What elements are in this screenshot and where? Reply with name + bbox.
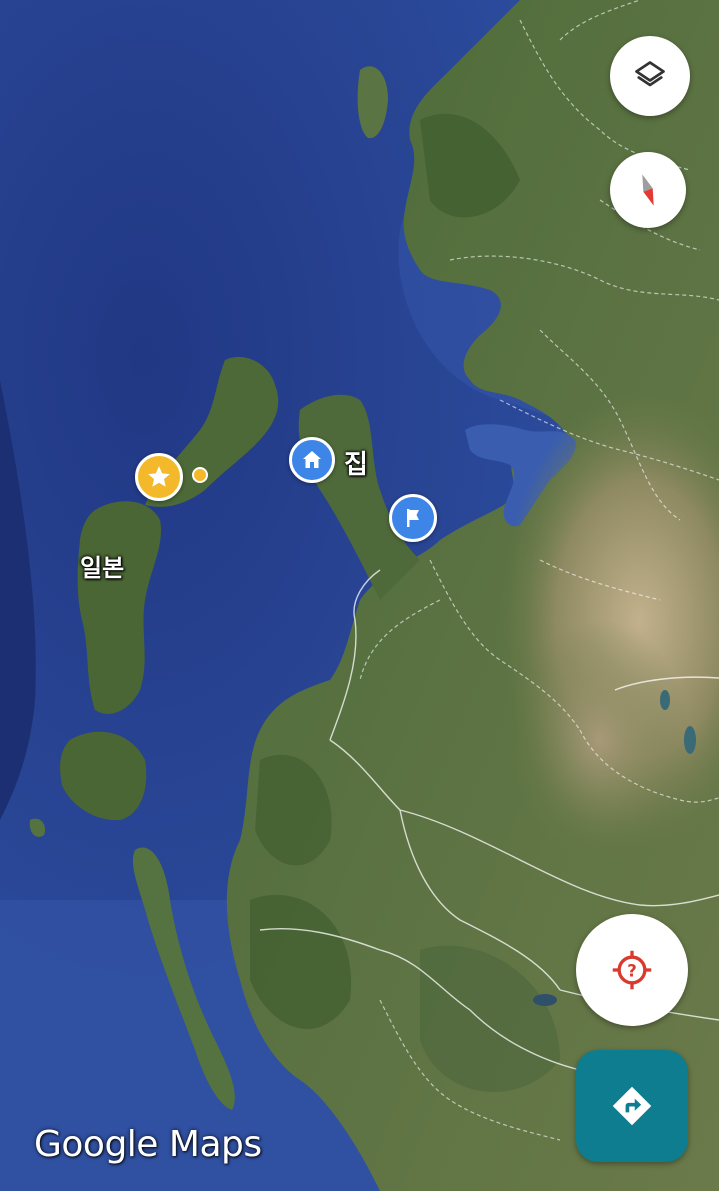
saved-place-dot[interactable]: [192, 467, 208, 483]
layers-button[interactable]: [610, 36, 690, 116]
starred-place-marker[interactable]: [135, 453, 183, 501]
directions-button[interactable]: [576, 1050, 688, 1162]
compass-icon: [642, 174, 654, 206]
country-label: 일본: [80, 554, 125, 582]
star-icon: [148, 466, 170, 487]
home-marker[interactable]: [289, 437, 335, 483]
mountain-region-2: [510, 620, 690, 860]
google-maps-logo: Google Maps: [34, 1124, 262, 1165]
flag-icon: [407, 509, 419, 527]
layers-icon: [635, 61, 665, 87]
compass-button[interactable]: [610, 152, 686, 228]
map-view[interactable]: 집 일본 ? Google Maps: [0, 0, 719, 1191]
crosshair-question-icon: ?: [612, 950, 652, 990]
my-location-button[interactable]: ?: [576, 914, 688, 1026]
home-icon: [303, 451, 321, 468]
directions-icon: [612, 1086, 652, 1126]
svg-text:?: ?: [627, 961, 637, 980]
home-label[interactable]: 집: [344, 444, 368, 481]
destination-marker[interactable]: [389, 494, 437, 542]
